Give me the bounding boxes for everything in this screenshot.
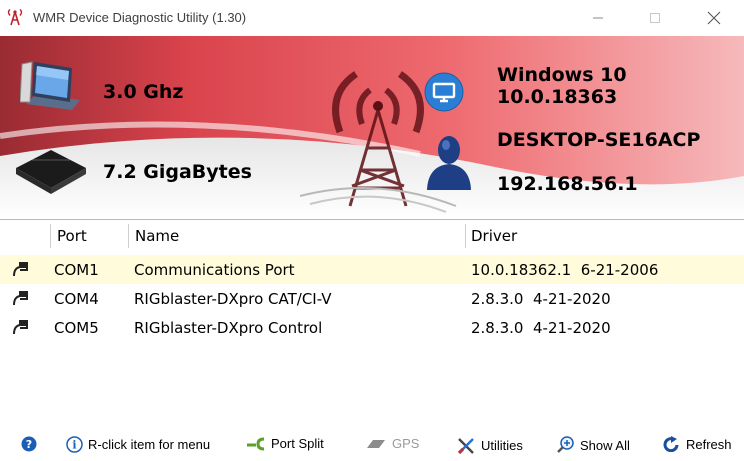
- column-header-port[interactable]: Port: [57, 227, 87, 245]
- hint-text: R-click item for menu: [88, 437, 211, 452]
- port-split-icon: [247, 437, 265, 450]
- row-name: RIGblaster-DXpro Control: [134, 319, 323, 337]
- gps-icon: [367, 439, 385, 448]
- close-button[interactable]: [690, 0, 738, 36]
- system-info-banner: 3.0 Ghz 7.2 GigaBytes Windows 10 10.0.18…: [0, 36, 744, 219]
- bottom-toolbar: ? i R-click item for menu Port Split GPS…: [0, 427, 744, 461]
- gps-button[interactable]: GPS: [365, 436, 419, 451]
- row-port: COM5: [54, 319, 99, 337]
- help-button[interactable]: ?: [21, 436, 42, 452]
- memory-chip-icon: [16, 150, 86, 194]
- row-name: Communications Port: [134, 261, 295, 279]
- tools-icon: [457, 438, 474, 454]
- gps-label: GPS: [392, 436, 420, 451]
- svg-text:?: ?: [26, 438, 32, 451]
- column-divider: [50, 224, 51, 248]
- computer-name: DESKTOP-SE16ACP: [497, 129, 701, 151]
- minimize-icon: [593, 17, 603, 19]
- port-split-button[interactable]: Port Split: [246, 436, 324, 451]
- info-hint: i R-click item for menu: [66, 436, 210, 453]
- column-header-driver[interactable]: Driver: [471, 227, 517, 245]
- ip-address: 192.168.56.1: [497, 173, 638, 195]
- user-icon: [427, 136, 471, 190]
- title-bar: WMR Device Diagnostic Utility (1.30): [0, 0, 744, 36]
- table-row[interactable]: COM5 RIGblaster-DXpro Control 2.8.3.0 4-…: [0, 313, 744, 342]
- show-all-button[interactable]: Show All: [556, 436, 630, 454]
- cpu-speed: 3.0 Ghz: [103, 81, 184, 103]
- show-all-label: Show All: [580, 437, 630, 453]
- windows-monitor-icon: [424, 72, 464, 112]
- port-split-label: Port Split: [271, 436, 324, 451]
- row-port: COM1: [54, 261, 99, 279]
- refresh-button[interactable]: Refresh: [661, 436, 732, 452]
- row-driver: 2.8.3.0 4-21-2020: [471, 290, 611, 308]
- serial-port-icon: [13, 262, 28, 277]
- close-icon: [707, 11, 721, 25]
- svg-text:i: i: [72, 439, 76, 452]
- zoom-plus-icon: [557, 436, 574, 453]
- refresh-icon: [663, 436, 679, 452]
- column-divider: [465, 224, 466, 248]
- serial-port-icon: [13, 320, 28, 335]
- computer-icon: [20, 61, 80, 110]
- table-header: Port Name Driver: [0, 224, 744, 248]
- row-driver: 2.8.3.0 4-21-2020: [471, 319, 611, 337]
- info-icon: i: [66, 436, 83, 453]
- minimize-button[interactable]: [574, 0, 622, 36]
- window-title: WMR Device Diagnostic Utility (1.30): [33, 10, 247, 25]
- maximize-icon: [650, 13, 660, 23]
- utilities-label: Utilities: [481, 437, 523, 453]
- maximize-button[interactable]: [631, 0, 679, 36]
- os-version: 10.0.18363: [497, 86, 618, 108]
- refresh-label: Refresh: [686, 436, 732, 452]
- row-name: RIGblaster-DXpro CAT/CI-V: [134, 290, 332, 308]
- help-icon: ?: [21, 436, 37, 452]
- os-name: Windows 10: [497, 64, 627, 86]
- table-row[interactable]: COM1 Communications Port 10.0.18362.1 6-…: [0, 255, 744, 284]
- column-divider: [128, 224, 129, 248]
- column-header-name[interactable]: Name: [135, 227, 179, 245]
- row-port: COM4: [54, 290, 99, 308]
- table-row[interactable]: COM4 RIGblaster-DXpro CAT/CI-V 2.8.3.0 4…: [0, 284, 744, 313]
- utilities-button[interactable]: Utilities: [456, 436, 523, 454]
- app-tower-icon: [7, 8, 23, 26]
- serial-port-icon: [13, 291, 28, 306]
- memory-size: 7.2 GigaBytes: [103, 161, 252, 183]
- ports-table: Port Name Driver COM1 Communications Por…: [0, 219, 744, 428]
- row-driver: 10.0.18362.1 6-21-2006: [471, 261, 659, 279]
